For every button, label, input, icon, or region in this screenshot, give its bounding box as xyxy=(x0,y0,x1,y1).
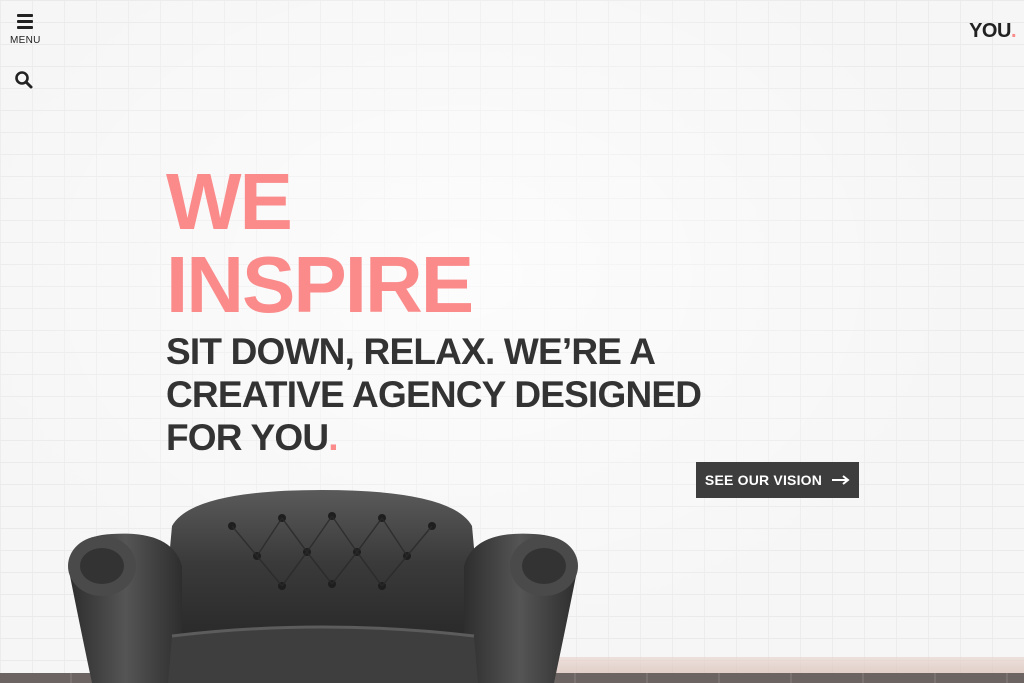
arrow-right-icon xyxy=(832,475,850,485)
logo-text: YOU xyxy=(969,20,1011,42)
baseboard xyxy=(520,657,1024,673)
subheadline-dot: . xyxy=(328,417,338,458)
menu-label: MENU xyxy=(10,35,41,46)
hamburger-icon xyxy=(17,14,33,29)
hero-subheadline: SIT DOWN, RELAX. WE’RE A CREATIVE AGENCY… xyxy=(166,330,746,459)
subheadline-text: SIT DOWN, RELAX. WE’RE A CREATIVE AGENCY… xyxy=(166,331,702,458)
hero-section: WE INSPIRE SIT DOWN, RELAX. WE’RE A CREA… xyxy=(166,160,766,459)
see-our-vision-button[interactable]: SEE OUR VISION xyxy=(696,462,859,498)
hero-headline: WE INSPIRE xyxy=(166,160,766,326)
menu-button[interactable]: MENU xyxy=(10,14,40,46)
headline-line-2: INSPIRE xyxy=(166,240,474,329)
logo-dot: . xyxy=(1010,20,1017,42)
search-icon xyxy=(15,71,33,89)
leather-armchair-image xyxy=(68,490,578,683)
headline-line-1: WE xyxy=(166,157,293,246)
brand-logo[interactable]: YOU. xyxy=(969,20,1016,43)
search-button[interactable] xyxy=(14,70,34,90)
cta-label: SEE OUR VISION xyxy=(704,472,823,488)
